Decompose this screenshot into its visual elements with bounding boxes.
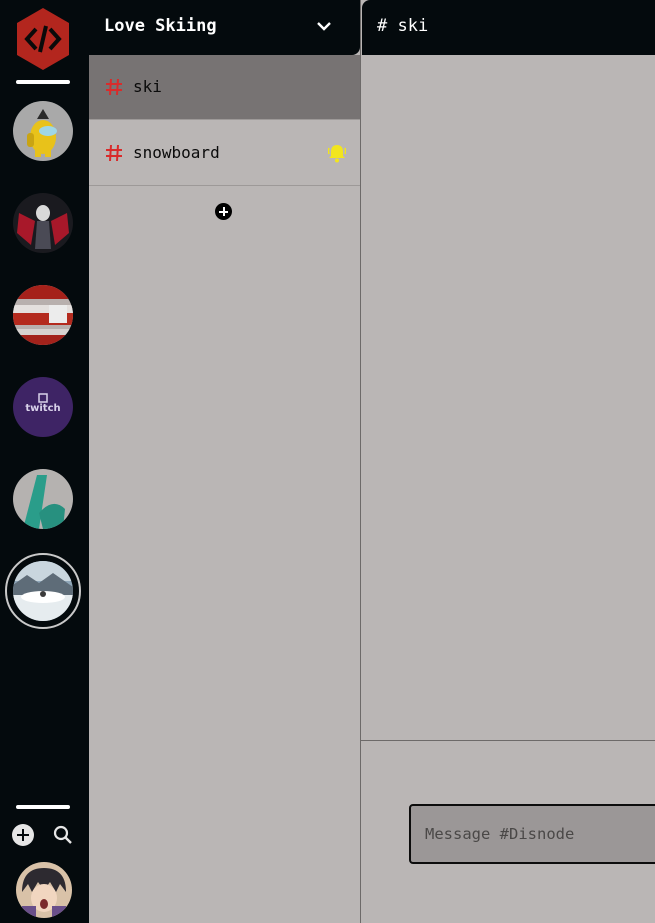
server-rail: twitch	[0, 0, 89, 923]
chat-footer	[361, 740, 655, 923]
server-gaming[interactable]	[13, 193, 73, 253]
channel-sidebar: Love Skiing ski snowboard	[89, 0, 361, 923]
server-red-stripes[interactable]	[13, 285, 73, 345]
search-icon[interactable]	[52, 824, 74, 846]
teal-letter-avatar-icon	[13, 469, 73, 529]
twitch-avatar-icon: twitch	[13, 377, 73, 437]
channel-label: snowboard	[133, 143, 220, 162]
server-header[interactable]: Love Skiing	[89, 0, 360, 55]
user-avatar[interactable]	[16, 862, 72, 918]
chevron-down-icon[interactable]	[314, 16, 334, 36]
server-love-skiing[interactable]	[13, 561, 73, 621]
code-logo-icon[interactable]	[14, 6, 72, 72]
chat-header: # ski	[362, 0, 655, 55]
among-us-avatar-icon	[13, 101, 73, 161]
gaming-avatar-icon	[13, 193, 73, 253]
chat-title: # ski	[377, 16, 429, 36]
channel-item-snowboard[interactable]: snowboard	[89, 121, 360, 186]
hash-icon	[105, 143, 123, 163]
server-among-us[interactable]	[13, 101, 73, 161]
server-name: Love Skiing	[104, 16, 217, 36]
server-teal[interactable]	[13, 469, 73, 529]
notification-bell-icon[interactable]	[327, 143, 347, 163]
add-channel-icon[interactable]	[215, 203, 232, 220]
channel-item-ski[interactable]: ski	[89, 55, 360, 120]
skiing-avatar-icon	[13, 561, 73, 621]
message-area	[362, 55, 655, 740]
rail-divider	[16, 80, 70, 84]
svg-text:twitch: twitch	[25, 403, 60, 414]
message-input[interactable]	[409, 804, 655, 864]
add-server-icon[interactable]	[12, 824, 34, 846]
hash-icon	[105, 77, 123, 97]
anime-avatar-icon	[16, 862, 72, 918]
channel-label: ski	[133, 77, 162, 96]
red-stripes-avatar-icon	[13, 285, 73, 345]
server-twitch[interactable]: twitch	[13, 377, 73, 437]
rail-divider	[16, 805, 70, 809]
